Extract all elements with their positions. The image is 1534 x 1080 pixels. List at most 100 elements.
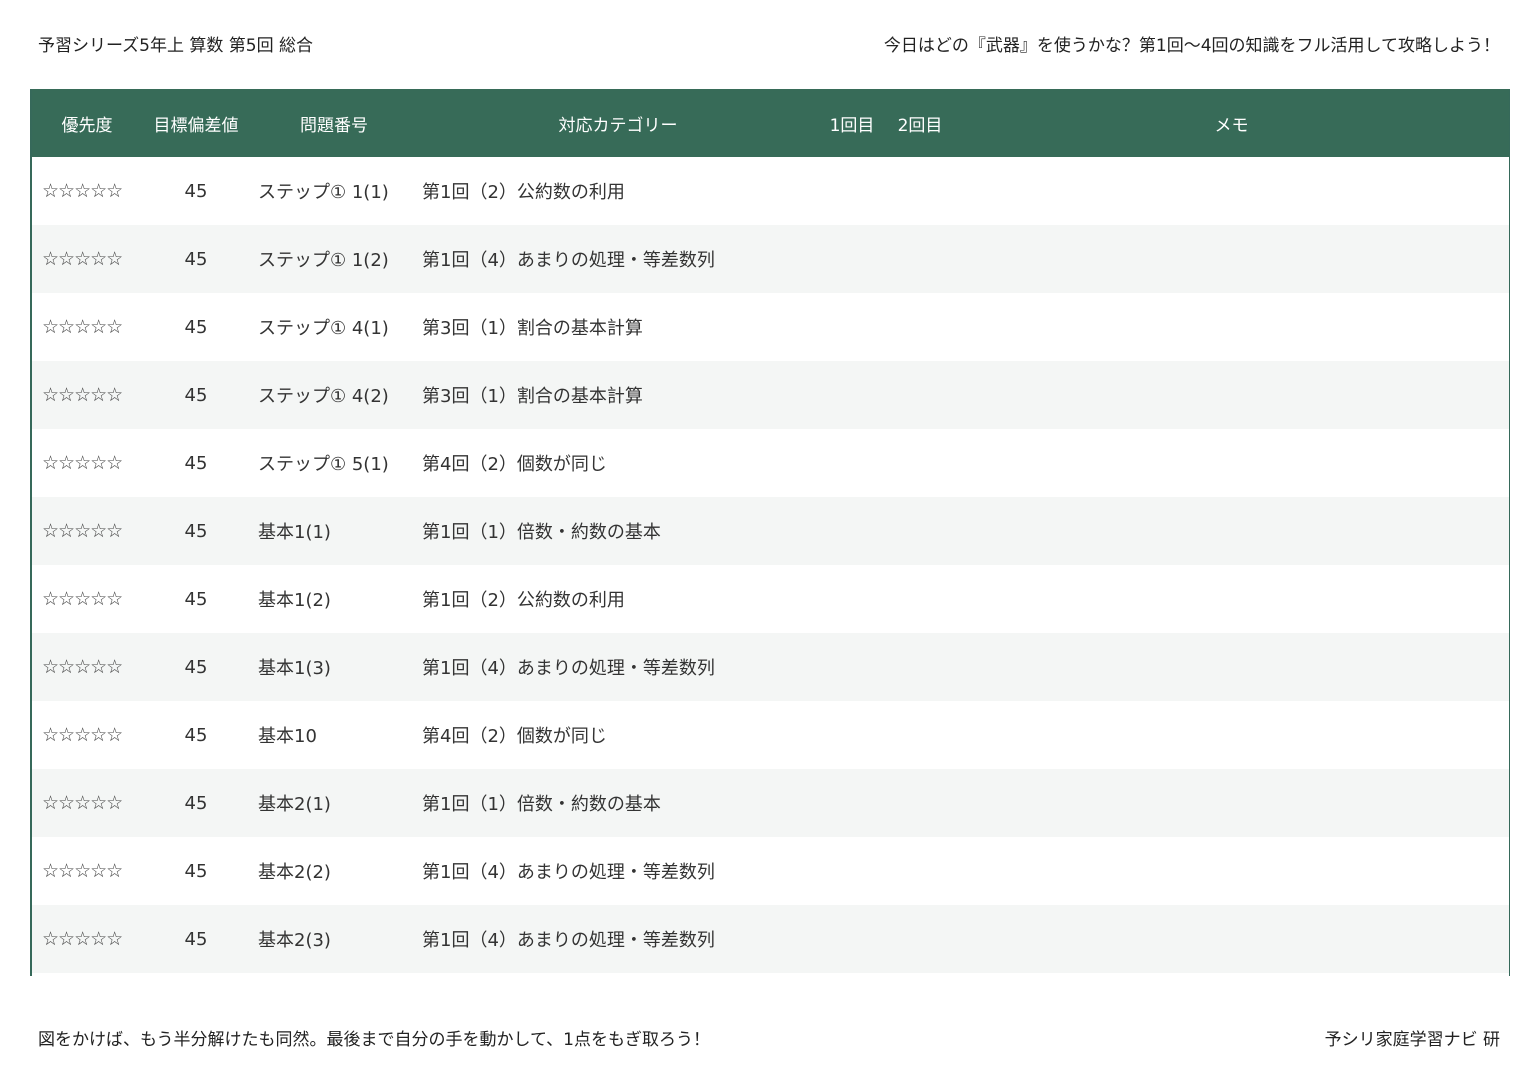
cell-target: 45 xyxy=(184,928,208,950)
cell-number: 基本2(1) xyxy=(258,794,331,815)
cell-round1 xyxy=(818,293,886,361)
table-row: ☆☆☆☆☆ 45 ステップ① 5(1) 第4回（2）個数が同じ xyxy=(32,429,1509,497)
column-header-memo: メモ xyxy=(1214,115,1249,136)
cell-number: 基本10 xyxy=(258,726,317,747)
cell-memo xyxy=(954,565,1509,633)
cell-number: ステップ① 4(1) xyxy=(258,318,389,339)
cell-category: 第4回（2）個数が同じ xyxy=(422,454,607,475)
cell-memo xyxy=(954,837,1509,905)
cell-priority: ☆☆☆☆☆ xyxy=(42,248,123,270)
cell-memo xyxy=(954,361,1509,429)
cell-memo xyxy=(954,293,1509,361)
cell-memo xyxy=(954,225,1509,293)
study-table: 優先度 目標偏差値 問題番号 対応カテゴリー 1回目 2回目 メモ ☆☆☆☆☆ 4… xyxy=(32,89,1509,973)
page-header: 予習シリーズ5年上 算数 第5回 総合 今日はどの『武器』を使うかな？第1回〜4… xyxy=(38,28,1500,58)
cell-priority: ☆☆☆☆☆ xyxy=(42,384,123,406)
table-row: ☆☆☆☆☆ 45 基本2(1) 第1回（1）倍数・約数の基本 xyxy=(32,769,1509,837)
cell-memo xyxy=(954,905,1509,973)
cell-target: 45 xyxy=(184,588,208,610)
cell-round2 xyxy=(886,157,954,225)
study-table-container: 優先度 目標偏差値 問題番号 対応カテゴリー 1回目 2回目 メモ ☆☆☆☆☆ 4… xyxy=(30,89,1510,976)
column-header-number: 問題番号 xyxy=(300,115,368,136)
table-row: ☆☆☆☆☆ 45 ステップ① 1(2) 第1回（4）あまりの処理・等差数列 xyxy=(32,225,1509,293)
cell-round2 xyxy=(886,837,954,905)
cell-category: 第3回（1）割合の基本計算 xyxy=(422,318,643,339)
cell-target: 45 xyxy=(184,316,208,338)
cell-target: 45 xyxy=(184,860,208,882)
cell-round1 xyxy=(818,157,886,225)
cell-target: 45 xyxy=(184,452,208,474)
table-row: ☆☆☆☆☆ 45 基本2(3) 第1回（4）あまりの処理・等差数列 xyxy=(32,905,1509,973)
cell-number: ステップ① 4(2) xyxy=(258,386,389,407)
table-row: ☆☆☆☆☆ 45 ステップ① 4(1) 第3回（1）割合の基本計算 xyxy=(32,293,1509,361)
cell-category: 第1回（4）あまりの処理・等差数列 xyxy=(422,930,715,951)
cell-round2 xyxy=(886,769,954,837)
cell-priority: ☆☆☆☆☆ xyxy=(42,520,123,542)
cell-priority: ☆☆☆☆☆ xyxy=(42,928,123,950)
cell-priority: ☆☆☆☆☆ xyxy=(42,724,123,746)
cell-round1 xyxy=(818,837,886,905)
cell-memo xyxy=(954,157,1509,225)
cell-round2 xyxy=(886,905,954,973)
cell-round1 xyxy=(818,905,886,973)
cell-round2 xyxy=(886,565,954,633)
cell-target: 45 xyxy=(184,384,208,406)
footer-credit: 予シリ家庭学習ナビ 研 xyxy=(1324,1029,1500,1050)
cell-priority: ☆☆☆☆☆ xyxy=(42,316,123,338)
cell-category: 第1回（1）倍数・約数の基本 xyxy=(422,794,661,815)
cell-priority: ☆☆☆☆☆ xyxy=(42,452,123,474)
table-row: ☆☆☆☆☆ 45 基本1(3) 第1回（4）あまりの処理・等差数列 xyxy=(32,633,1509,701)
cell-category: 第4回（2）個数が同じ xyxy=(422,726,607,747)
cell-category: 第1回（4）あまりの処理・等差数列 xyxy=(422,250,715,271)
cell-category: 第1回（1）倍数・約数の基本 xyxy=(422,522,661,543)
cell-number: ステップ① 1(1) xyxy=(258,182,389,203)
page-footer: 図をかけば、もう半分解けたも同然。最後まで自分の手を動かして、1点をもぎ取ろう！… xyxy=(38,1022,1500,1052)
cell-round2 xyxy=(886,293,954,361)
cell-number: ステップ① 5(1) xyxy=(258,454,389,475)
cell-target: 45 xyxy=(184,180,208,202)
cell-category: 第1回（4）あまりの処理・等差数列 xyxy=(422,658,715,679)
cell-category: 第1回（2）公約数の利用 xyxy=(422,590,625,611)
cell-round1 xyxy=(818,701,886,769)
cell-round1 xyxy=(818,429,886,497)
cell-priority: ☆☆☆☆☆ xyxy=(42,588,123,610)
column-header-round2: 2回目 xyxy=(897,115,943,136)
cell-round2 xyxy=(886,497,954,565)
cell-number: ステップ① 1(2) xyxy=(258,250,389,271)
table-body: ☆☆☆☆☆ 45 ステップ① 1(1) 第1回（2）公約数の利用 ☆☆☆☆☆ 45 ステップ… xyxy=(32,157,1509,973)
footer-message: 図をかけば、もう半分解けたも同然。最後まで自分の手を動かして、1点をもぎ取ろう！ xyxy=(38,1029,710,1050)
cell-memo xyxy=(954,701,1509,769)
cell-category: 第1回（4）あまりの処理・等差数列 xyxy=(422,862,715,883)
cell-number: 基本2(2) xyxy=(258,862,331,883)
cell-target: 45 xyxy=(184,792,208,814)
cell-target: 45 xyxy=(184,248,208,270)
cell-number: 基本1(1) xyxy=(258,522,331,543)
cell-category: 第1回（2）公約数の利用 xyxy=(422,182,625,203)
table-header: 優先度 目標偏差値 問題番号 対応カテゴリー 1回目 2回目 メモ xyxy=(32,89,1509,157)
cell-round1 xyxy=(818,225,886,293)
cell-round1 xyxy=(818,769,886,837)
column-header-target: 目標偏差値 xyxy=(153,115,239,136)
table-row: ☆☆☆☆☆ 45 基本1(1) 第1回（1）倍数・約数の基本 xyxy=(32,497,1509,565)
cell-priority: ☆☆☆☆☆ xyxy=(42,180,123,202)
cell-memo xyxy=(954,497,1509,565)
table-row: ☆☆☆☆☆ 45 ステップ① 1(1) 第1回（2）公約数の利用 xyxy=(32,157,1509,225)
table-row: ☆☆☆☆☆ 45 基本1(2) 第1回（2）公約数の利用 xyxy=(32,565,1509,633)
table-row: ☆☆☆☆☆ 45 基本2(2) 第1回（4）あまりの処理・等差数列 xyxy=(32,837,1509,905)
cell-round2 xyxy=(886,701,954,769)
cell-priority: ☆☆☆☆☆ xyxy=(42,860,123,882)
cell-round1 xyxy=(818,361,886,429)
table-header-row: 優先度 目標偏差値 問題番号 対応カテゴリー 1回目 2回目 メモ xyxy=(32,89,1509,157)
page-tagline: 今日はどの『武器』を使うかな？第1回〜4回の知識をフル活用して攻略しよう！ xyxy=(883,35,1500,56)
column-header-round1: 1回目 xyxy=(829,115,875,136)
table-row: ☆☆☆☆☆ 45 ステップ① 4(2) 第3回（1）割合の基本計算 xyxy=(32,361,1509,429)
cell-memo xyxy=(954,769,1509,837)
column-header-category: 対応カテゴリー xyxy=(558,115,678,136)
column-header-priority: 優先度 xyxy=(61,115,113,136)
cell-category: 第3回（1）割合の基本計算 xyxy=(422,386,643,407)
page-title: 予習シリーズ5年上 算数 第5回 総合 xyxy=(38,35,313,56)
cell-number: 基本2(3) xyxy=(258,930,331,951)
cell-round1 xyxy=(818,565,886,633)
cell-round1 xyxy=(818,497,886,565)
cell-round2 xyxy=(886,225,954,293)
